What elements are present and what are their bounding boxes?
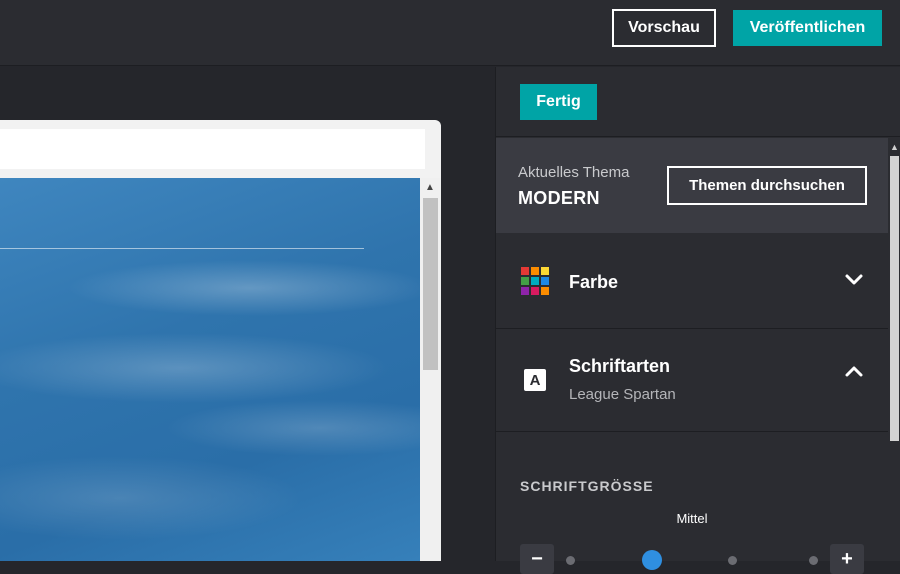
font-size-decrease-button[interactable]: − [520, 544, 554, 574]
chevron-down-icon[interactable] [844, 270, 864, 290]
font-size-slider-knob[interactable] [642, 550, 662, 570]
color-section[interactable]: Farbe [496, 233, 888, 329]
swatch-2 [531, 267, 539, 275]
chevron-up-icon[interactable] [844, 361, 864, 381]
swatch-5 [531, 277, 539, 285]
hero-background-image[interactable] [0, 178, 420, 561]
color-section-title: Farbe [569, 272, 619, 292]
panel-header: Fertig [496, 67, 900, 137]
current-theme-label: Aktuelles Thema [518, 164, 630, 181]
panel-scrollbar[interactable]: ▲ [888, 138, 900, 561]
font-size-label: SCHRIFTGRÖSSE [520, 478, 654, 494]
top-toolbar: Vorschau Veröffentlichen [0, 0, 900, 66]
scroll-up-arrow-icon[interactable]: ▲ [425, 182, 435, 193]
editor-canvas: ▲ [0, 67, 495, 561]
swatch-1 [521, 267, 529, 275]
hero-divider-line [0, 248, 364, 249]
fonts-section[interactable]: A Schriftarten League Spartan [496, 329, 888, 432]
preview-button[interactable]: Vorschau [612, 9, 716, 47]
swatch-4 [521, 277, 529, 285]
browse-themes-button[interactable]: Themen durchsuchen [667, 166, 867, 205]
current-font-name: League Spartan [569, 386, 676, 403]
font-size-value: Mittel [676, 511, 708, 526]
preview-scrollbar[interactable]: ▲ [420, 178, 441, 561]
swatch-3 [541, 267, 549, 275]
theme-settings-panel: Fertig Aktuelles Thema MODERN Themen dur… [495, 67, 900, 574]
swatch-6 [541, 277, 549, 285]
site-preview-frame: ▲ [0, 120, 441, 561]
swatch-8 [531, 287, 539, 295]
preview-scrollbar-thumb[interactable] [423, 198, 438, 370]
panel-scrollbar-thumb[interactable] [890, 156, 899, 441]
current-theme-name: MODERN [518, 188, 600, 208]
scroll-up-arrow-icon[interactable]: ▲ [890, 142, 899, 152]
font-icon: A [524, 369, 546, 391]
current-theme-box: Aktuelles Thema MODERN Themen durchsuche… [496, 138, 888, 233]
font-size-increase-button[interactable]: + [830, 544, 864, 574]
color-palette-icon [521, 267, 549, 295]
publish-button[interactable]: Veröffentlichen [733, 10, 882, 46]
swatch-7 [521, 287, 529, 295]
preview-address-bar [0, 129, 425, 169]
fonts-section-title: Schriftarten [569, 356, 671, 376]
swatch-9 [541, 287, 549, 295]
done-button[interactable]: Fertig [520, 84, 597, 120]
